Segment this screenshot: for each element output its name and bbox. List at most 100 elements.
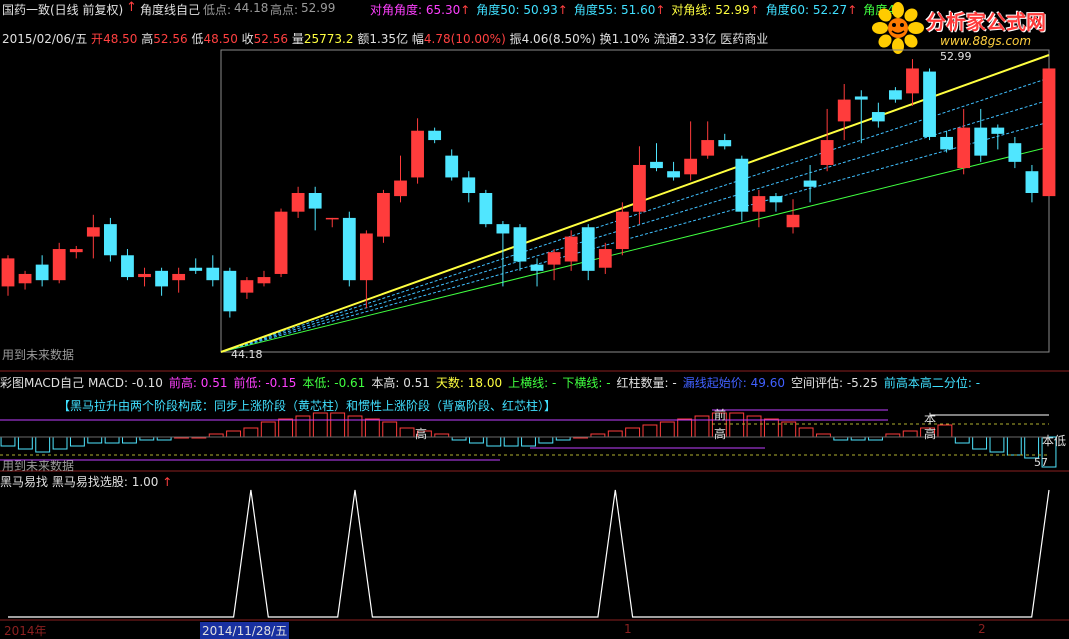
candle-body: [1, 258, 15, 287]
candle-body: [394, 180, 407, 197]
candle-body: [428, 130, 442, 141]
macd-item-label: 下横线:: [562, 376, 603, 390]
candle-body: [991, 127, 1005, 134]
candle-body: [103, 224, 117, 256]
signal-title[interactable]: 黑马易找: [0, 475, 48, 489]
price-chart[interactable]: [0, 0, 1069, 637]
annotation-high-1: 高: [415, 427, 428, 441]
macd-bar: [521, 436, 536, 447]
macd-bar: [677, 418, 693, 438]
macd-bar: [243, 427, 259, 438]
candle-body: [359, 233, 373, 281]
macd-bar: [989, 436, 1005, 453]
candle-body: [411, 130, 424, 178]
macd-bar: [781, 421, 797, 438]
candle-body: [377, 193, 390, 237]
macd-bar: [746, 415, 762, 438]
macd-bar: [763, 418, 779, 438]
candle-body: [52, 249, 66, 281]
candle-body: [206, 267, 220, 281]
macd-bar: [69, 436, 85, 447]
macd-item: 本高: 0.51: [371, 376, 430, 390]
macd-bar: [469, 436, 484, 444]
macd-bar: [503, 436, 519, 447]
macd-item: 上横线: -: [508, 376, 556, 390]
macd-bar: [122, 436, 137, 444]
macd-bar: [104, 436, 120, 444]
macd-item-label: MACD:: [88, 376, 129, 390]
macd-bar: [0, 436, 16, 447]
candle-body: [1025, 171, 1039, 193]
macd-bar: [364, 418, 380, 438]
macd-item-value: -: [602, 376, 611, 390]
candle-body: [18, 273, 32, 284]
macd-histogram: [0, 412, 1057, 468]
candle-body: [1042, 68, 1056, 197]
candle-body: [172, 273, 186, 281]
candle-body: [155, 270, 168, 287]
macd-bar: [937, 424, 953, 438]
candle-body: [69, 249, 83, 253]
macd-item: 前高本高二分位: -: [884, 376, 980, 390]
candlesticks: [1, 59, 1056, 318]
macd-item-label: 上横线:: [508, 376, 549, 390]
candle-body: [718, 140, 732, 147]
macd-item-label: 本低:: [302, 376, 331, 390]
candle-body: [1008, 143, 1022, 162]
candle-body: [957, 127, 971, 169]
signal-line: [8, 489, 1050, 618]
candle-body: [923, 71, 936, 137]
candle-body: [35, 264, 49, 281]
macd-bar: [295, 415, 311, 438]
macd-readouts: MACD: -0.10 前高: 0.51 前低: -0.15 本低: -0.61 本高:…: [88, 374, 986, 391]
macd-item-value: -: [668, 376, 677, 390]
macd-bar: [382, 421, 398, 438]
candle-body: [138, 273, 151, 278]
macd-item-label: 前高:: [168, 376, 197, 390]
macd-item-label: 前高本高二分位:: [883, 376, 972, 390]
bottom-value-label: 44.18: [231, 348, 263, 361]
annotation-high-2: 高: [714, 427, 727, 441]
macd-bar: [52, 436, 68, 450]
candle-body: [820, 140, 834, 165]
candle-body: [650, 161, 663, 169]
candle-body: [854, 96, 868, 100]
macd-item-label: 空间评估:: [790, 376, 844, 390]
axis-cursor-date[interactable]: 2014/11/28/五: [200, 622, 290, 639]
macd-item-label: 前低:: [233, 376, 262, 390]
candle-body: [769, 196, 783, 203]
macd-item-value: 0.51: [196, 376, 228, 390]
candle-body: [581, 227, 595, 271]
macd-item: 漏线起始价: 49.60: [683, 376, 785, 390]
macd-item: 空间评估: -5.25: [791, 376, 878, 390]
candle-body: [342, 217, 356, 281]
candle-body: [274, 211, 288, 274]
annotation-front: 前: [714, 408, 727, 422]
candle-body: [257, 277, 271, 284]
candle-body: [564, 236, 578, 262]
macd-item-value: -5.25: [843, 376, 878, 390]
candle-body: [701, 140, 715, 156]
candle-body: [462, 177, 476, 193]
macd-bar: [35, 436, 51, 453]
macd-item-value: -0.15: [261, 376, 297, 390]
candle-body: [837, 99, 851, 122]
signal-sub-value: 1.00: [131, 475, 159, 489]
candle-body: [479, 193, 493, 225]
macd-bar: [17, 436, 33, 450]
macd-item: 红柱数量: -: [617, 376, 677, 390]
macd-item-value: 49.60: [746, 376, 785, 390]
macd-bar: [607, 430, 623, 438]
candle-body: [547, 252, 561, 265]
macd-item-value: 0.51: [399, 376, 430, 390]
macd-bar: [278, 418, 294, 438]
candle-body: [735, 158, 749, 212]
macd-title[interactable]: 彩图MACD自己: [0, 374, 84, 391]
candle-body: [615, 211, 629, 250]
macd-item-label: 红柱数量:: [616, 376, 669, 390]
macd-bar: [694, 415, 710, 438]
annotation-57: 57: [1034, 456, 1048, 469]
top-value-label: 52.99: [940, 50, 972, 63]
macd-bar: [226, 430, 241, 438]
macd-item: 本低: -0.61: [302, 376, 365, 390]
